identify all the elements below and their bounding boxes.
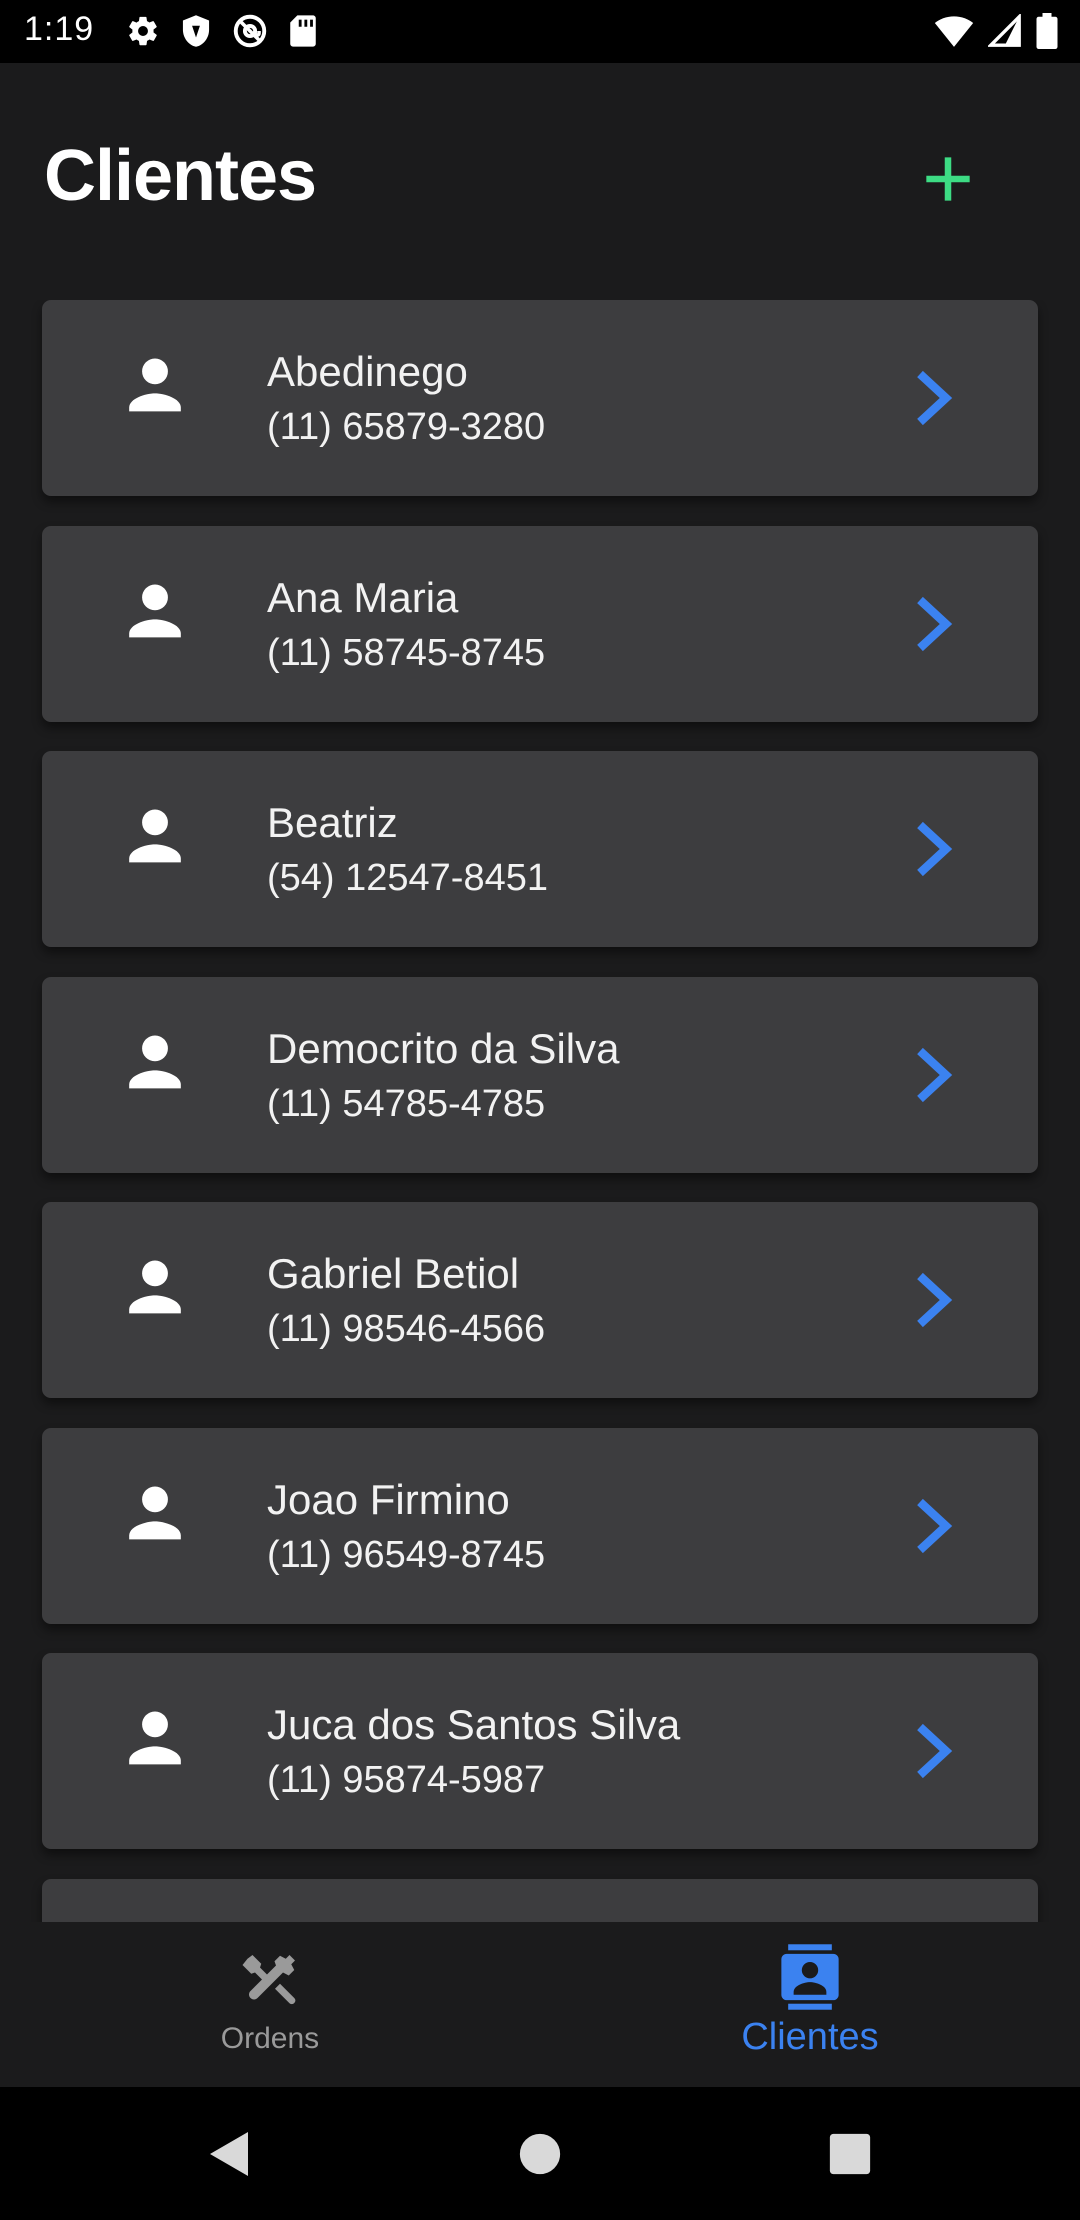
client-name: Joao Firmino xyxy=(267,1476,510,1523)
client-name: Beatriz xyxy=(267,799,398,846)
battery-icon xyxy=(1036,13,1058,49)
system-nav-bar xyxy=(0,2087,1080,2220)
chevron-right-icon xyxy=(912,819,956,879)
person-icon xyxy=(124,1480,186,1542)
system-status-icons xyxy=(934,13,1058,49)
client-card[interactable]: Democrito da Silva (11) 54785-4785 xyxy=(42,977,1038,1173)
client-name: Gabriel Betiol xyxy=(267,1250,520,1297)
home-button[interactable] xyxy=(500,2087,580,2220)
client-card[interactable]: Gabriel Betiol (11) 98546-4566 xyxy=(42,1202,1038,1398)
person-icon xyxy=(124,1029,186,1091)
client-phone: (11) 96549-8745 xyxy=(267,1534,546,1576)
client-name: Juca dos Santos Silva xyxy=(267,1701,681,1748)
client-card[interactable]: Joao Firmino (11) 96549-8745 xyxy=(42,1428,1038,1624)
back-icon xyxy=(208,2130,252,2178)
gear-icon xyxy=(126,14,160,48)
client-card[interactable]: Juca dos Santos Silva (11) 95874-5987 xyxy=(42,1653,1038,1849)
page-title: Clientes xyxy=(44,136,317,216)
nav-label-clientes: Clientes xyxy=(741,2016,879,2058)
client-list[interactable]: Abedinego (11) 65879-3280 Ana Maria (11)… xyxy=(0,300,1080,1922)
cell-signal-icon xyxy=(988,14,1022,48)
status-time: 1:19 xyxy=(24,10,95,48)
chevron-right-icon xyxy=(912,1496,956,1556)
wifi-icon xyxy=(934,14,974,48)
chevron-right-icon xyxy=(912,368,956,428)
bottom-nav: Ordens Clientes xyxy=(0,1922,1080,2087)
person-icon xyxy=(124,352,186,414)
at-sign-icon xyxy=(232,13,268,49)
person-icon xyxy=(124,578,186,640)
client-card[interactable]: Abedinego (11) 65879-3280 xyxy=(42,300,1038,496)
person-icon xyxy=(124,803,186,865)
recents-icon xyxy=(829,2133,871,2175)
person-icon xyxy=(124,1705,186,1767)
contact-card-icon xyxy=(780,1944,840,2010)
back-button[interactable] xyxy=(190,2087,270,2220)
client-phone: (11) 98546-4566 xyxy=(267,1308,546,1350)
nav-item-ordens[interactable]: Ordens xyxy=(0,1922,540,2087)
chevron-right-icon xyxy=(912,1045,956,1105)
recents-button[interactable] xyxy=(810,2087,890,2220)
client-phone: (11) 65879-3280 xyxy=(267,406,546,448)
notification-icons xyxy=(126,13,318,49)
tools-icon xyxy=(240,1950,300,2010)
shield-icon xyxy=(180,14,212,48)
app-header: Clientes xyxy=(0,63,1080,300)
client-name: Ana Maria xyxy=(267,574,459,621)
add-client-button[interactable] xyxy=(908,139,988,219)
client-name: Democrito da Silva xyxy=(267,1025,620,1072)
client-phone: (11) 58745-8745 xyxy=(267,632,546,674)
person-icon xyxy=(124,1254,186,1316)
home-icon xyxy=(519,2133,561,2175)
client-phone: (11) 54785-4785 xyxy=(267,1083,546,1125)
client-phone: (54) 12547-8451 xyxy=(267,857,548,899)
status-bar: 1:19 xyxy=(0,0,1080,63)
client-card[interactable]: Beatriz (54) 12547-8451 xyxy=(42,751,1038,947)
sd-card-icon xyxy=(288,14,318,48)
chevron-right-icon xyxy=(912,1270,956,1330)
plus-icon xyxy=(922,153,974,205)
client-card-partial[interactable] xyxy=(42,1879,1038,1922)
chevron-right-icon xyxy=(912,1721,956,1781)
nav-item-clientes[interactable]: Clientes xyxy=(540,1922,1080,2087)
chevron-right-icon xyxy=(912,594,956,654)
nav-label-ordens: Ordens xyxy=(220,2022,320,2055)
client-phone: (11) 95874-5987 xyxy=(267,1759,546,1801)
client-name: Abedinego xyxy=(267,348,468,395)
client-card[interactable]: Ana Maria (11) 58745-8745 xyxy=(42,526,1038,722)
